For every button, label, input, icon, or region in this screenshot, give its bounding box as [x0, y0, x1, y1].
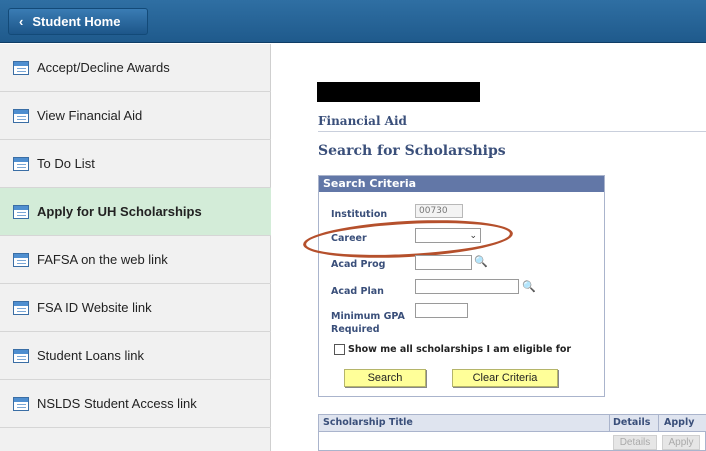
sidebar-item-accept-decline-awards[interactable]: Accept/Decline Awards — [0, 44, 271, 92]
clear-criteria-button[interactable]: Clear Criteria — [452, 369, 558, 387]
min-gpa-label-line2: Required — [331, 324, 380, 335]
sidebar-item-to-do-list[interactable]: To Do List — [0, 140, 271, 188]
col-details: Details — [613, 417, 651, 428]
search-button[interactable]: Search — [344, 369, 426, 387]
top-bar: ‹ Student Home — [0, 0, 706, 43]
min-gpa-input[interactable] — [415, 303, 468, 318]
grid-header-row: Scholarship Title Details Apply — [319, 415, 706, 432]
min-gpa-label: Minimum GPA — [331, 311, 405, 322]
sidebar-item-student-loans-link[interactable]: Student Loans link — [0, 332, 271, 380]
redacted-name-bar — [317, 82, 480, 102]
page-icon — [13, 156, 29, 171]
sidebar-item-label: FAFSA on the web link — [37, 252, 168, 267]
search-criteria-header: Search Criteria — [319, 176, 604, 192]
institution-label: Institution — [331, 209, 388, 220]
page-icon — [13, 108, 29, 123]
acad-prog-input[interactable] — [415, 255, 472, 270]
eligible-checkbox[interactable] — [334, 344, 345, 355]
col-separator — [609, 415, 610, 432]
chevron-left-icon: ‹ — [19, 14, 24, 29]
scholarship-grid: Scholarship Title Details Apply Details … — [318, 414, 706, 451]
acad-prog-label: Acad Prog — [331, 259, 386, 270]
page-icon — [13, 300, 29, 315]
page-icon — [13, 204, 29, 219]
page-title: Search for Scholarships — [318, 143, 506, 159]
col-separator — [658, 415, 659, 432]
sidebar-item-apply-uh-scholarships[interactable]: Apply for UH Scholarships — [0, 188, 271, 236]
student-home-label: Student Home — [32, 14, 121, 29]
sidebar-item-label: Apply for UH Scholarships — [37, 204, 202, 219]
sidebar-item-view-financial-aid[interactable]: View Financial Aid — [0, 92, 271, 140]
page-icon — [13, 252, 29, 267]
eligible-checkbox-label: Show me all scholarships I am eligible f… — [348, 344, 572, 355]
sidebar-item-fsa-id-link[interactable]: FSA ID Website link — [0, 284, 271, 332]
sidebar-item-fafsa-link[interactable]: FAFSA on the web link — [0, 236, 271, 284]
sidebar-item-label: NSLDS Student Access link — [37, 396, 197, 411]
acad-plan-lookup-icon[interactable]: 🔍 — [522, 280, 536, 293]
page-icon — [13, 396, 29, 411]
sidebar-item-label: To Do List — [37, 156, 95, 171]
col-scholarship-title: Scholarship Title — [323, 417, 413, 428]
page-icon — [13, 348, 29, 363]
acad-prog-lookup-icon[interactable]: 🔍 — [474, 255, 488, 268]
sidebar-item-label: FSA ID Website link — [37, 300, 152, 315]
section-title: Financial Aid — [318, 114, 407, 128]
acad-plan-input[interactable] — [415, 279, 519, 294]
institution-field: 00730 — [415, 204, 463, 218]
sidebar-item-label: View Financial Aid — [37, 108, 143, 123]
student-home-button[interactable]: ‹ Student Home — [8, 8, 148, 35]
apply-button[interactable]: Apply — [662, 435, 700, 450]
sidebar-item-label: Student Loans link — [37, 348, 144, 363]
sidebar-item-nslds-link[interactable]: NSLDS Student Access link — [0, 380, 271, 428]
details-button[interactable]: Details — [613, 435, 657, 450]
sidebar-item-label: Accept/Decline Awards — [37, 60, 170, 75]
sidebar: Accept/Decline Awards View Financial Aid… — [0, 44, 271, 451]
acad-plan-label: Acad Plan — [331, 286, 384, 297]
page-icon — [13, 60, 29, 75]
title-divider — [318, 131, 706, 132]
col-apply: Apply — [664, 417, 695, 428]
